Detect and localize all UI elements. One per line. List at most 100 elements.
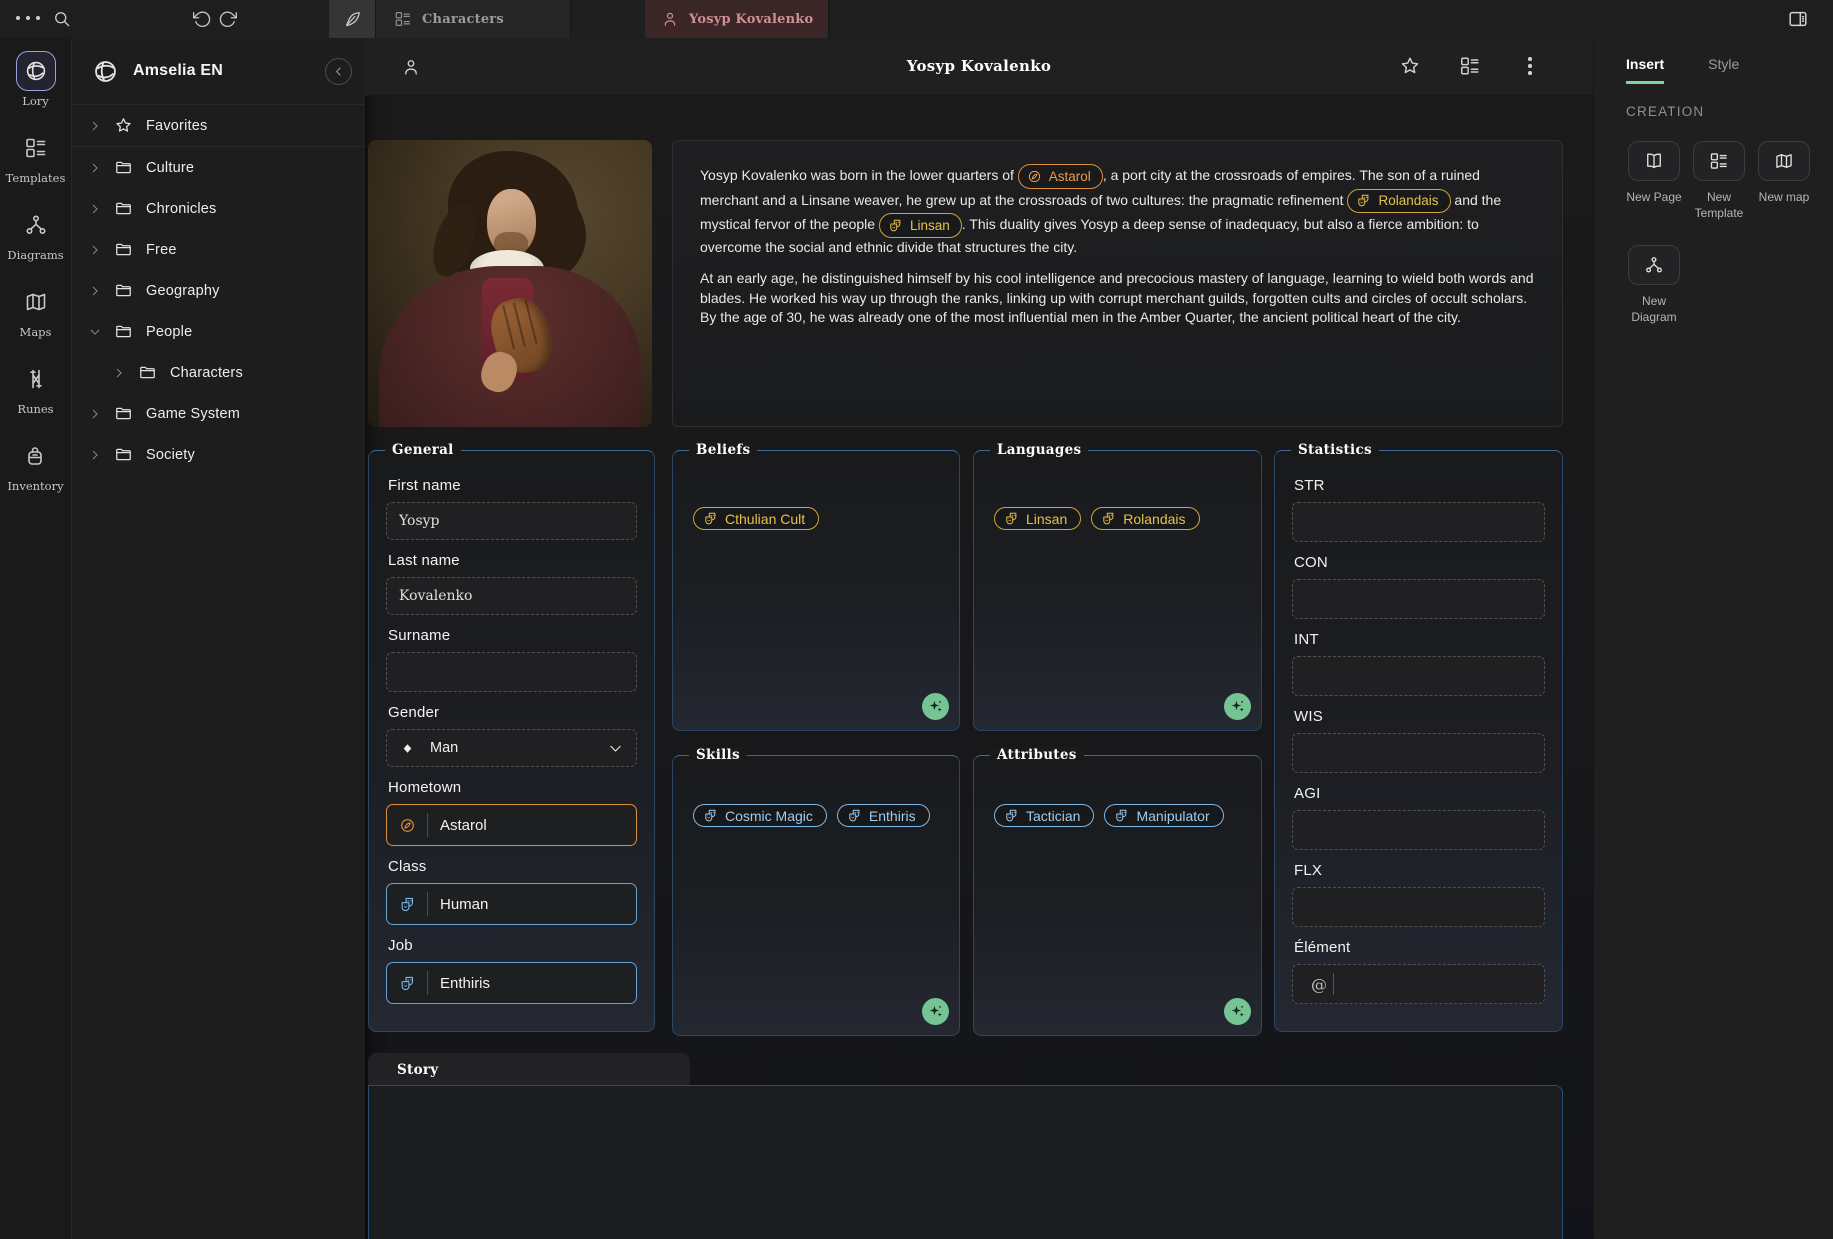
sidebar: Amselia EN Favorites Culture Chronicles xyxy=(72,38,365,1239)
favorite-star-icon[interactable] xyxy=(1399,55,1421,77)
tag-cosmic-magic[interactable]: Cosmic Magic xyxy=(693,804,827,827)
last-name-input[interactable] xyxy=(386,577,637,615)
story-tab[interactable]: Story xyxy=(368,1053,690,1087)
at-icon: @ xyxy=(1305,975,1333,994)
ai-generate-button[interactable] xyxy=(1224,693,1251,720)
field-label: INT xyxy=(1294,631,1545,648)
page-actions xyxy=(1399,55,1541,77)
sidebar-collapse-button[interactable] xyxy=(325,58,352,85)
surname-input[interactable] xyxy=(386,652,637,692)
element-input[interactable]: @ xyxy=(1292,964,1545,1004)
gender-select[interactable]: Man xyxy=(386,729,637,767)
sidebar-item-chronicles[interactable]: Chronicles xyxy=(72,188,365,229)
ai-generate-button[interactable] xyxy=(922,693,949,720)
job-input[interactable]: Enthiris xyxy=(386,962,637,1004)
chevron-down-icon[interactable] xyxy=(88,325,102,339)
rail-label: Maps xyxy=(20,325,52,339)
section-beliefs: Beliefs Cthulian Cult xyxy=(672,450,960,731)
tab-characters[interactable]: Characters xyxy=(375,0,571,38)
chevron-right-icon[interactable] xyxy=(88,119,102,133)
chevron-right-icon[interactable] xyxy=(112,366,126,380)
sidebar-item-free[interactable]: Free xyxy=(72,229,365,270)
more-options-icon[interactable] xyxy=(1519,55,1541,77)
tag-tactician[interactable]: Tactician xyxy=(994,804,1094,827)
rail-item-maps[interactable]: Maps xyxy=(16,282,56,339)
new-map-button[interactable]: New map xyxy=(1756,141,1812,221)
tab-editor[interactable] xyxy=(329,0,375,38)
masks-icon xyxy=(847,808,862,823)
tag-rolandais[interactable]: Rolandais xyxy=(1347,189,1450,214)
biography-card[interactable]: Yosyp Kovalenko was born in the lower qu… xyxy=(672,140,1563,427)
tag-linsan[interactable]: Linsan xyxy=(879,213,962,238)
new-template-button[interactable]: New Template xyxy=(1691,141,1747,221)
tag-astarol[interactable]: Astarol xyxy=(1018,164,1103,189)
ai-generate-button[interactable] xyxy=(1224,998,1251,1025)
tag-label: Linsan xyxy=(1026,511,1067,527)
tag-rolandais[interactable]: Rolandais xyxy=(1091,507,1199,530)
undo-icon[interactable] xyxy=(192,9,212,29)
new-diagram-button[interactable]: New Diagram xyxy=(1626,245,1682,325)
sidebar-item-geography[interactable]: Geography xyxy=(72,270,365,311)
field-label: Gender xyxy=(388,704,637,721)
chevron-right-icon[interactable] xyxy=(88,161,102,175)
rail-item-runes[interactable]: Runes xyxy=(16,359,56,416)
tab-yosyp-kovalenko[interactable]: Yosyp Kovalenko xyxy=(645,0,829,38)
int-input[interactable] xyxy=(1292,656,1545,696)
rail-label: Lory xyxy=(22,94,49,108)
masks-icon xyxy=(703,808,718,823)
chevron-right-icon[interactable] xyxy=(88,407,102,421)
field-label: Élément xyxy=(1294,939,1545,956)
rail-label: Templates xyxy=(6,171,66,185)
skills-tags: Cosmic Magic Enthiris xyxy=(673,756,959,827)
first-name-input[interactable] xyxy=(386,502,637,540)
con-input[interactable] xyxy=(1292,579,1545,619)
tab-insert[interactable]: Insert xyxy=(1626,56,1664,84)
section-general: General First name Last name Surname Gen… xyxy=(368,450,655,1032)
chevron-right-icon[interactable] xyxy=(88,448,102,462)
wis-input[interactable] xyxy=(1292,733,1545,773)
sidebar-item-characters[interactable]: Characters xyxy=(72,352,365,393)
workspace-title: Amselia EN xyxy=(133,62,223,80)
redo-icon[interactable] xyxy=(218,9,238,29)
hometown-input[interactable]: Astarol xyxy=(386,804,637,846)
rail-item-templates[interactable]: Templates xyxy=(6,128,66,185)
tag-cthulian-cult[interactable]: Cthulian Cult xyxy=(693,507,819,530)
tag-label: Tactician xyxy=(1026,808,1080,824)
attributes-tags: Tactician Manipulator xyxy=(974,756,1261,827)
class-input[interactable]: Human xyxy=(386,883,637,925)
sidebar-item-favorites[interactable]: Favorites xyxy=(72,104,365,147)
flx-input[interactable] xyxy=(1292,887,1545,927)
window-menu-dots-icon[interactable] xyxy=(16,16,40,20)
search-icon[interactable] xyxy=(52,9,72,29)
chevron-right-icon[interactable] xyxy=(88,284,102,298)
tag-label: Manipulator xyxy=(1136,808,1209,824)
tag-label: Rolandais xyxy=(1378,191,1438,211)
compass-icon xyxy=(1027,169,1042,184)
sidebar-item-game-system[interactable]: Game System xyxy=(72,393,365,434)
right-panel: Insert Style CREATION New Page New Templ… xyxy=(1593,38,1833,1239)
sidebar-item-society[interactable]: Society xyxy=(72,434,365,475)
sidebar-item-people[interactable]: People xyxy=(72,311,365,352)
diamond-icon xyxy=(401,742,414,755)
chevron-right-icon[interactable] xyxy=(88,243,102,257)
tag-manipulator[interactable]: Manipulator xyxy=(1104,804,1223,827)
ai-generate-button[interactable] xyxy=(922,998,949,1025)
sidebar-item-culture[interactable]: Culture xyxy=(72,147,365,188)
rail-item-diagrams[interactable]: Diagrams xyxy=(7,205,63,262)
template-icon xyxy=(1693,141,1745,181)
rail-item-lory[interactable]: Lory xyxy=(16,51,56,108)
masks-icon xyxy=(703,511,718,526)
chevron-right-icon[interactable] xyxy=(88,202,102,216)
character-portrait[interactable] xyxy=(368,140,652,427)
str-input[interactable] xyxy=(1292,502,1545,542)
agi-input[interactable] xyxy=(1292,810,1545,850)
tab-style[interactable]: Style xyxy=(1708,56,1739,84)
new-page-button[interactable]: New Page xyxy=(1626,141,1682,221)
tag-enthiris[interactable]: Enthiris xyxy=(837,804,930,827)
toggle-right-panel-icon[interactable] xyxy=(1787,8,1809,30)
rail-item-inventory[interactable]: Inventory xyxy=(7,436,63,493)
folder-icon xyxy=(114,199,133,218)
template-view-icon[interactable] xyxy=(1459,55,1481,77)
tag-linsan[interactable]: Linsan xyxy=(994,507,1081,530)
story-editor[interactable] xyxy=(368,1085,1563,1239)
